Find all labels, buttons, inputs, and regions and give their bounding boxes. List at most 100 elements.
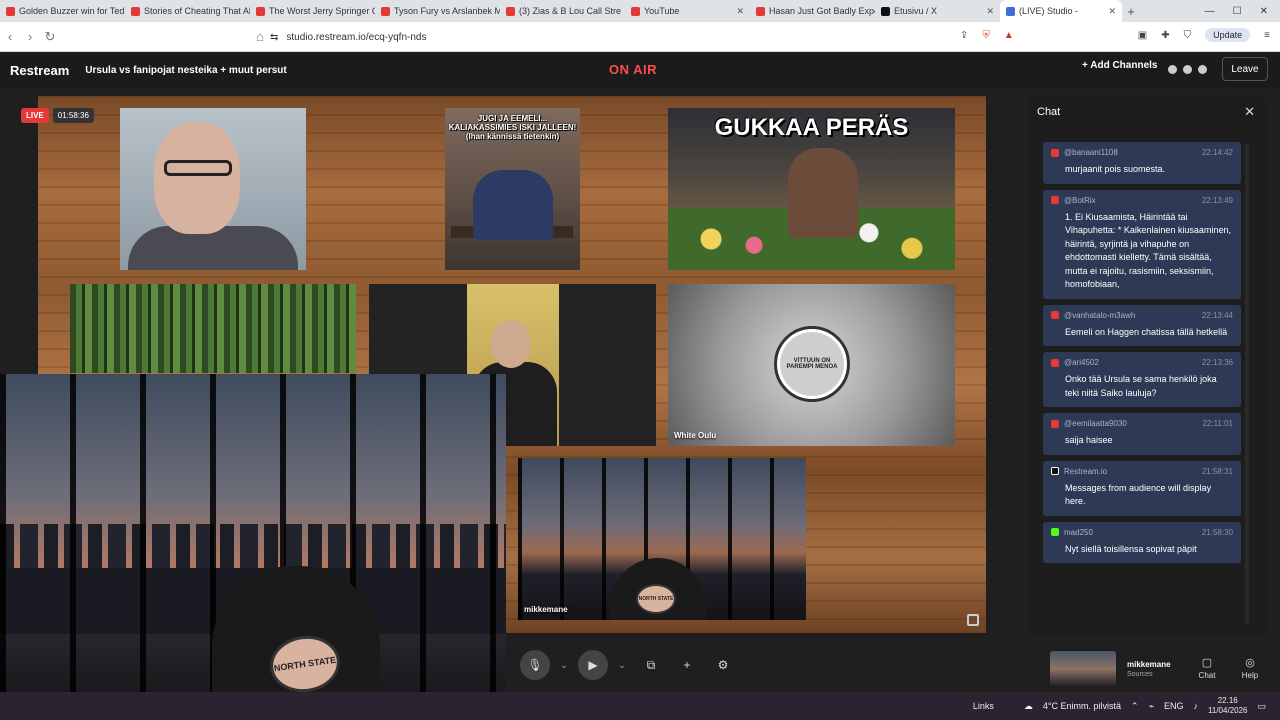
close-icon[interactable]: ✕	[736, 6, 744, 17]
restream-icon	[1051, 467, 1059, 475]
add-button[interactable]: +	[672, 650, 702, 680]
chat-message: mad250 21:58:30 Nyt siellä toisillensa so…	[1043, 521, 1241, 563]
extensions-icon[interactable]: ✚	[1161, 30, 1169, 41]
weather-text[interactable]: 4°C Enimm. pilvistä	[1043, 701, 1121, 711]
microphone-button[interactable]: 🎙	[520, 650, 550, 680]
chat-username: mad250	[1064, 527, 1093, 537]
channel-icon[interactable]	[1183, 65, 1192, 74]
browser-tab[interactable]: (3) Zias & B Lou Call Stre✕	[500, 0, 625, 22]
chevron-down-icon[interactable]: ⌄	[614, 660, 630, 671]
back-icon[interactable]: ‹	[0, 29, 20, 44]
maximize-icon[interactable]: ☐	[1233, 6, 1242, 17]
chat-text: 1. Ei Kiusaamista, Häirintää tai Vihapuh…	[1065, 211, 1231, 290]
participant-name: White Oulu	[674, 431, 717, 440]
close-window-icon[interactable]: ✕	[1260, 6, 1268, 17]
source-thumbnail[interactable]	[1050, 651, 1116, 687]
browser-tab[interactable]: The Worst Jerry Springer G✕	[250, 0, 375, 22]
chat-text: Onko tää Ursula se sama henkilö joka tek…	[1065, 374, 1217, 398]
clock[interactable]: 22.16 11/04/2026	[1208, 696, 1247, 715]
browser-tab[interactable]: Tyson Fury vs Arslanbek M✕	[375, 0, 500, 22]
meme-image-tile[interactable]: GUKKAA PERÄS	[668, 108, 955, 270]
browser-tab[interactable]: YouTube ✕	[625, 0, 750, 22]
address-bar: ‹ › ↻ ⌂ ⇆ studio.restream.io/ecq-yqfn-nd…	[0, 22, 1280, 52]
system-tray: Links ☁ 4°C Enimm. pilvistä ⌃ ⌁ ENG ♪ 22…	[973, 692, 1280, 720]
forest-image-tile[interactable]	[70, 284, 356, 373]
chevron-up-icon[interactable]: ⌃	[1131, 701, 1139, 712]
share-icon[interactable]: ⇪	[960, 30, 968, 41]
restream-logo: Restream	[10, 62, 70, 78]
youtube-icon	[1051, 358, 1059, 367]
notification-icon[interactable]: ▭	[1257, 701, 1266, 712]
bookmark-icon[interactable]: ⌂	[250, 29, 270, 44]
hat-logo: NORTH STATE	[636, 584, 676, 614]
browser-tab[interactable]: Golden Buzzer win for Ted✕	[0, 0, 125, 22]
leave-button[interactable]: Leave	[1222, 57, 1268, 81]
chat-panel: Chat ✕ @banaani1108 22:14:42 murjaanit po…	[1027, 96, 1267, 636]
close-icon[interactable]: ✕	[1244, 104, 1255, 120]
chat-title: Chat	[1037, 106, 1061, 118]
chat-icon: ▢	[1201, 657, 1213, 669]
windows-taskbar: Links ☁ 4°C Enimm. pilvistä ⌃ ⌁ ENG ♪ 22…	[0, 692, 1280, 720]
participant-video-tile[interactable]	[120, 108, 306, 270]
browser-tab[interactable]: Stories of Cheating That Al✕	[125, 0, 250, 22]
browser-tab[interactable]: Etusivu / X ✕	[875, 0, 1000, 22]
fullscreen-icon[interactable]	[967, 614, 979, 626]
chat-timestamp: 21:58:31	[1201, 466, 1233, 476]
rewards-icon[interactable]: ▲	[1004, 30, 1014, 41]
chat-message: Restream.io 21:58:31 Messages from audien…	[1043, 460, 1241, 516]
settings-button[interactable]: ⚙	[708, 650, 738, 680]
youtube-icon	[756, 6, 765, 16]
restream-icon	[1006, 6, 1015, 16]
chat-message: @BotRix 22:13:49 1. Ei Kiusaamista, Häiri…	[1043, 189, 1241, 299]
url-field[interactable]: ⇆ studio.restream.io/ecq-yqfn-nds	[270, 28, 426, 46]
stream-title[interactable]: Ursula vs fanipojat nesteika + muut pers…	[85, 65, 286, 76]
sidebar-icon[interactable]: ▣	[1138, 30, 1147, 41]
channel-icon[interactable]	[1168, 65, 1177, 74]
brave-shield-icon[interactable]: ⛨	[982, 30, 990, 41]
forward-icon[interactable]: ›	[20, 29, 40, 44]
minimize-icon[interactable]: —	[1205, 6, 1215, 17]
camera-button[interactable]: ▶	[578, 650, 608, 680]
share-screen-button[interactable]: ⧉	[636, 650, 666, 680]
chevron-down-icon[interactable]: ⌄	[556, 660, 572, 671]
youtube-icon	[256, 6, 265, 16]
chat-text: Eemeli on Haggen chatissa tällä hetkellä	[1065, 326, 1228, 337]
participant-video-tile[interactable]: NORTH STATE mikkemane	[518, 458, 806, 620]
volume-icon[interactable]: ♪	[1194, 701, 1199, 711]
chat-timestamp: 22:14:42	[1201, 148, 1233, 157]
camera-overlay-tile[interactable]: NORTH STATE	[0, 374, 506, 720]
meme-caption: JUGI JA EEMELI... KALIAKASSIMIES ISKI JA…	[448, 114, 577, 142]
site-info-icon[interactable]: ⇆	[270, 32, 278, 43]
language-indicator[interactable]: ENG	[1164, 701, 1184, 711]
chat-timestamp: 22:13:36	[1201, 358, 1233, 367]
close-icon[interactable]: ✕	[1108, 6, 1116, 17]
address-bar-actions: ⇪ ⛨ ▲ ▣ ✚ ⛉ Update ≡	[960, 28, 1270, 42]
links-toolbar[interactable]: Links	[973, 701, 994, 711]
studio-header: Restream Ursula vs fanipojat nesteika + …	[0, 52, 1280, 88]
chat-username: Restream.io	[1064, 466, 1108, 476]
network-icon[interactable]: ⌁	[1149, 701, 1154, 712]
reload-icon[interactable]: ↻	[40, 29, 60, 45]
youtube-icon	[1051, 148, 1059, 157]
chat-username: @vanhatalo-m3awh	[1064, 310, 1136, 320]
source-name: mikkemane	[1127, 660, 1171, 669]
chat-message: @vanhatalo-m3awh 22:13:44 Eemeli on Hagge…	[1043, 304, 1241, 346]
participant-video-tile[interactable]: VITTUUN ON PAREMPI MENOA White Oulu	[668, 284, 955, 446]
menu-icon[interactable]: ≡	[1264, 30, 1270, 41]
meme-image-tile[interactable]: JUGI JA EEMELI... KALIAKASSIMIES ISKI JA…	[445, 108, 580, 270]
update-button[interactable]: Update	[1205, 28, 1251, 42]
channel-icon[interactable]	[1198, 65, 1207, 74]
new-tab-button[interactable]: +	[1122, 4, 1140, 19]
chat-message: @banaani1108 22:14:42 murjaanit pois suom…	[1043, 142, 1241, 184]
browser-tab-active[interactable]: (LIVE) Studio - ✕	[1000, 0, 1122, 22]
add-channels-button[interactable]: + Add Channels	[1082, 60, 1157, 71]
youtube-icon	[131, 6, 140, 16]
chat-toggle-button[interactable]: ▢ Chat	[1192, 656, 1222, 680]
vpn-icon[interactable]: ⛉	[1184, 30, 1192, 41]
chat-scrollbar[interactable]	[1245, 144, 1249, 624]
chat-timestamp: 22:11:01	[1202, 419, 1233, 428]
browser-tab[interactable]: Hasan Just Got Badly Expo✕	[750, 0, 875, 22]
close-icon[interactable]: ✕	[986, 6, 994, 17]
help-button[interactable]: ◎ Help	[1235, 656, 1265, 680]
chat-timestamp: 21:58:30	[1201, 527, 1233, 537]
